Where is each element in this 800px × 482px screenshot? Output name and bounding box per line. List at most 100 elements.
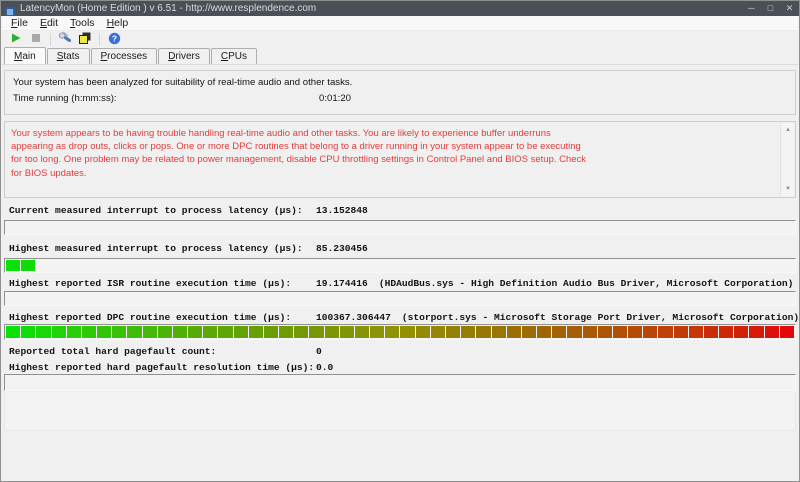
bar-segment-empty: [249, 376, 263, 389]
bar-segment-empty: [279, 293, 293, 304]
menu-item-help[interactable]: Help: [101, 16, 135, 31]
report-windows-button[interactable]: [75, 32, 95, 48]
layered-windows-icon: [78, 31, 92, 48]
window-title: LatencyMon (Home Edition ) v 6.51 - http…: [20, 3, 317, 14]
bar-segment-empty: [203, 293, 217, 304]
metric-label: Current measured interrupt to process la…: [9, 205, 303, 216]
bar-segment-empty: [6, 293, 20, 304]
bar-segment-empty: [52, 376, 66, 389]
menu-item-edit[interactable]: Edit: [34, 16, 64, 31]
bar-segment: [36, 326, 51, 338]
metric-row: Reported total hard pagefault count: 0: [1, 346, 799, 359]
bar-segment-empty: [643, 293, 657, 304]
bar-segment-empty: [370, 376, 384, 389]
empty-panel: [4, 392, 796, 431]
bar-segment: [81, 326, 97, 338]
metric-value-group: 100367.306447 (storport.sys - Microsoft S…: [316, 312, 799, 323]
bar-segment-empty: [21, 293, 35, 304]
bar-segment-empty: [628, 376, 642, 389]
menu-item-file[interactable]: File: [5, 16, 34, 31]
bar-segment-empty: [36, 222, 50, 233]
tab-stats[interactable]: Stats: [46, 48, 90, 64]
bar-segment: [142, 326, 157, 338]
bar-segment-empty: [188, 260, 202, 271]
bar-segment-empty: [112, 376, 126, 389]
stop-monitor-button[interactable]: [26, 32, 46, 48]
start-monitor-button[interactable]: [6, 32, 26, 48]
bar-segment-empty: [112, 260, 126, 271]
close-button[interactable]: ✕: [780, 1, 799, 16]
bar-segment: [415, 326, 430, 338]
bar-segment-empty: [370, 260, 384, 271]
scroll-up-icon[interactable]: ▲: [781, 124, 795, 136]
bar-segment: [21, 326, 36, 338]
bar-segment-empty: [370, 222, 384, 233]
bar-segment-empty: [203, 222, 217, 233]
bar-segment: [552, 326, 567, 338]
bar-segment-empty: [127, 293, 141, 304]
bar-segment-empty: [143, 260, 157, 271]
bar-segment-empty: [143, 222, 157, 233]
bar-segment-empty: [67, 293, 81, 304]
bar-segment-empty: [552, 376, 566, 389]
bar-segment-empty: [264, 260, 278, 271]
bar-segment-empty: [279, 222, 293, 233]
tab-main[interactable]: Main: [4, 47, 46, 64]
bar-segment-empty: [734, 222, 748, 233]
bar-segment-empty: [400, 376, 414, 389]
bar-segment-empty: [416, 260, 430, 271]
bar-segment-empty: [613, 376, 627, 389]
help-button[interactable]: ?: [104, 32, 124, 48]
metric-detail: (storport.sys - Microsoft Storage Port D…: [401, 312, 800, 323]
metric-value-group: 85.230456: [316, 243, 368, 254]
tab-processes[interactable]: Processes: [90, 48, 158, 64]
bar-segment-empty: [598, 376, 612, 389]
bar-segment-empty: [203, 260, 217, 271]
bar-segment-empty: [674, 260, 688, 271]
tab-cpus[interactable]: CPUs: [210, 48, 258, 64]
metric-value: 0.0: [316, 362, 334, 373]
bar-segment-empty: [704, 293, 718, 304]
bar-segment-empty: [158, 260, 172, 271]
analyze-tools-button[interactable]: [55, 31, 75, 48]
bar-segment-empty: [461, 260, 475, 271]
bar-segment: [400, 326, 415, 338]
scroll-down-icon[interactable]: ▼: [781, 183, 795, 195]
bar-segment-empty: [67, 376, 81, 389]
bar-segment-empty: [689, 260, 703, 271]
bar-segment: [643, 326, 658, 338]
bar-segment-empty: [476, 260, 490, 271]
bar-segment: [354, 326, 370, 338]
play-icon: [10, 32, 22, 47]
bar-segment-empty: [52, 260, 66, 271]
bar-segment-empty: [218, 222, 232, 233]
bar-segment-empty: [325, 293, 339, 304]
minimize-button[interactable]: ─: [742, 1, 761, 16]
bar-segment-empty: [537, 222, 551, 233]
bar-segment: [734, 326, 749, 338]
bar-segment-empty: [613, 293, 627, 304]
bar-segment-empty: [234, 222, 248, 233]
bar-segment: [521, 326, 537, 338]
bar-segment-empty: [567, 222, 581, 233]
bar-segment-empty: [416, 222, 430, 233]
maximize-button[interactable]: □: [761, 1, 780, 16]
bar-segment-empty: [658, 293, 672, 304]
bar-segment-empty: [173, 222, 187, 233]
bar-segment-empty: [249, 293, 263, 304]
bar-segment: [582, 326, 597, 338]
bar-segment-empty: [507, 260, 521, 271]
menu-item-tools[interactable]: Tools: [64, 16, 101, 31]
bar-segment-empty: [82, 260, 96, 271]
metric-value: 85.230456: [316, 243, 368, 254]
tools-icon: [58, 31, 72, 48]
bar-segment-empty: [325, 222, 339, 233]
bar-segment-empty: [143, 293, 157, 304]
bar-segment-empty: [188, 293, 202, 304]
tab-drivers[interactable]: Drivers: [158, 48, 210, 64]
bar-segment-empty: [780, 222, 794, 233]
warning-scrollbar[interactable]: ▲ ▼: [780, 123, 794, 196]
bar-segment-empty: [719, 260, 733, 271]
bar-segment-empty: [658, 260, 672, 271]
bar-segment-empty: [446, 260, 460, 271]
